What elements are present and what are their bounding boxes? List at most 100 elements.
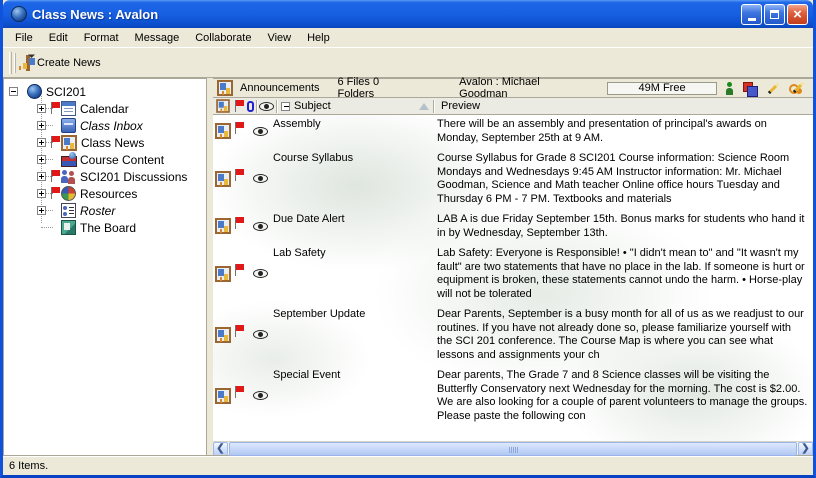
flag-icon [234,169,244,182]
toolbar-gripper[interactable] [9,52,12,74]
expand-toggle[interactable] [37,138,46,147]
flag-icon [234,386,244,399]
item-type-column-icon[interactable] [216,99,230,113]
menubar: File Edit Format Message Collaborate Vie… [3,28,813,48]
server-user: Avalon : Michael Goodman [459,76,585,100]
expand-toggle[interactable] [37,206,46,215]
message-preview: Dear Parents, September is a busy month … [427,307,813,362]
flag-icon [234,217,244,230]
tree-item[interactable]: Resources [4,185,206,202]
column-header: Subject Preview [213,98,813,115]
tree-item[interactable]: The Board [4,219,206,236]
message-panel: Announcements 6 Files 0 Folders Avalon :… [213,78,813,456]
tree-item[interactable]: Course Content [4,151,206,168]
message-row[interactable]: Lab Safety Lab Safety: Everyone is Respo… [213,244,813,305]
unread-eye-icon [253,330,268,339]
file-folder-counts: 6 Files 0 Folders [338,76,416,100]
folder-icon [61,186,76,201]
news-item-icon [215,266,231,282]
titlebar[interactable]: Class News : Avalon × [3,0,813,28]
scrollbar-thumb[interactable] [229,442,797,456]
flag-column-icon[interactable] [234,100,244,113]
expand-toggle[interactable] [37,121,46,130]
conference-icon[interactable] [743,82,757,95]
tree-item[interactable]: Roster [4,202,206,219]
cursor-arrow-icon [28,50,35,57]
tree-item-label: Class Inbox [79,119,143,133]
horizontal-scrollbar[interactable]: ❮ ❯ [213,441,813,456]
close-button[interactable]: × [787,4,808,25]
menu-item[interactable]: Format [76,30,127,46]
flag-icon [234,264,244,277]
tree-item-label: Roster [79,204,115,218]
expand-toggle[interactable] [37,104,46,113]
folder-icon [61,135,77,151]
message-row[interactable]: Due Date Alert LAB A is due Friday Septe… [213,210,813,244]
news-item-icon [215,327,231,343]
item-count: 6 Items. [9,460,48,472]
sort-ascending-icon [419,103,429,110]
news-item-icon [215,218,231,234]
menu-item[interactable]: File [7,30,41,46]
subject-column-header[interactable]: Subject [279,100,431,112]
folder-news-icon [217,80,233,96]
free-space-indicator: 49M Free [607,82,717,95]
message-preview: LAB A is due Friday September 15th. Bonu… [427,212,813,240]
tree-item-root[interactable]: SCI201 [4,83,206,100]
message-row[interactable]: Assembly There will be an assembly and p… [213,115,813,149]
menu-item[interactable]: Edit [41,30,76,46]
collapse-all-icon[interactable] [281,102,290,111]
tree-item[interactable]: Calendar [4,100,206,117]
unread-eye-icon [253,127,268,136]
unread-eye-icon [253,174,268,183]
folder-icon [61,220,76,235]
create-news-button[interactable]: Create News [16,54,109,72]
news-item-icon [215,123,231,139]
expand-toggle[interactable] [37,155,46,164]
column-separator [276,100,277,113]
permissions-key-pencil-icon[interactable] [789,82,805,95]
scroll-left-button[interactable]: ❮ [213,442,228,456]
menu-item[interactable]: Help [299,30,338,46]
maximize-button[interactable] [764,4,785,25]
message-subject: Due Date Alert [271,212,427,240]
message-row[interactable]: September Update Dear Parents, September… [213,305,813,366]
tree-item-label: Calendar [79,102,129,116]
maximize-icon [770,10,779,19]
tree-item[interactable]: Class Inbox [4,117,206,134]
edit-pencil-icon[interactable] [766,82,780,95]
collapse-toggle[interactable] [9,87,18,96]
preview-column-header[interactable]: Preview [436,100,813,112]
expand-toggle[interactable] [37,172,46,181]
news-item-icon [215,171,231,187]
window-title: Class News : Avalon [32,7,741,22]
tree-item-label: Course Content [79,153,164,167]
minimize-button[interactable] [741,4,762,25]
create-news-label: Create News [37,57,101,69]
folder-icon [61,169,76,184]
expand-toggle[interactable] [37,189,46,198]
member-icon[interactable] [725,82,734,95]
tree-item-label: The Board [79,221,136,235]
message-list: Assembly There will be an assembly and p… [213,115,813,441]
scroll-right-button[interactable]: ❯ [798,442,813,456]
flag-icon [50,136,60,149]
tree-item[interactable]: Class News [4,134,206,151]
message-row[interactable]: Special Event Dear parents, The Grade 7 … [213,366,813,427]
read-status-column-icon[interactable] [259,102,274,111]
flag-icon [50,170,60,183]
tree-item-label: Resources [79,187,137,201]
column-separator [433,100,434,113]
subject-column-label: Subject [294,100,415,112]
course-globe-icon [27,84,42,99]
message-preview: Dear parents, The Grade 7 and 8 Science … [427,368,813,423]
tree-item-label: Class News [80,136,144,150]
attachment-column-icon[interactable] [247,101,254,112]
tree-item-label: SCI201 [45,85,86,99]
menu-item[interactable]: Message [127,30,188,46]
folder-icon [61,152,76,167]
tree-item[interactable]: SCI201 Discussions [4,168,206,185]
menu-item[interactable]: View [259,30,299,46]
message-row[interactable]: Course Syllabus Course Syllabus for Grad… [213,149,813,210]
menu-item[interactable]: Collaborate [187,30,259,46]
